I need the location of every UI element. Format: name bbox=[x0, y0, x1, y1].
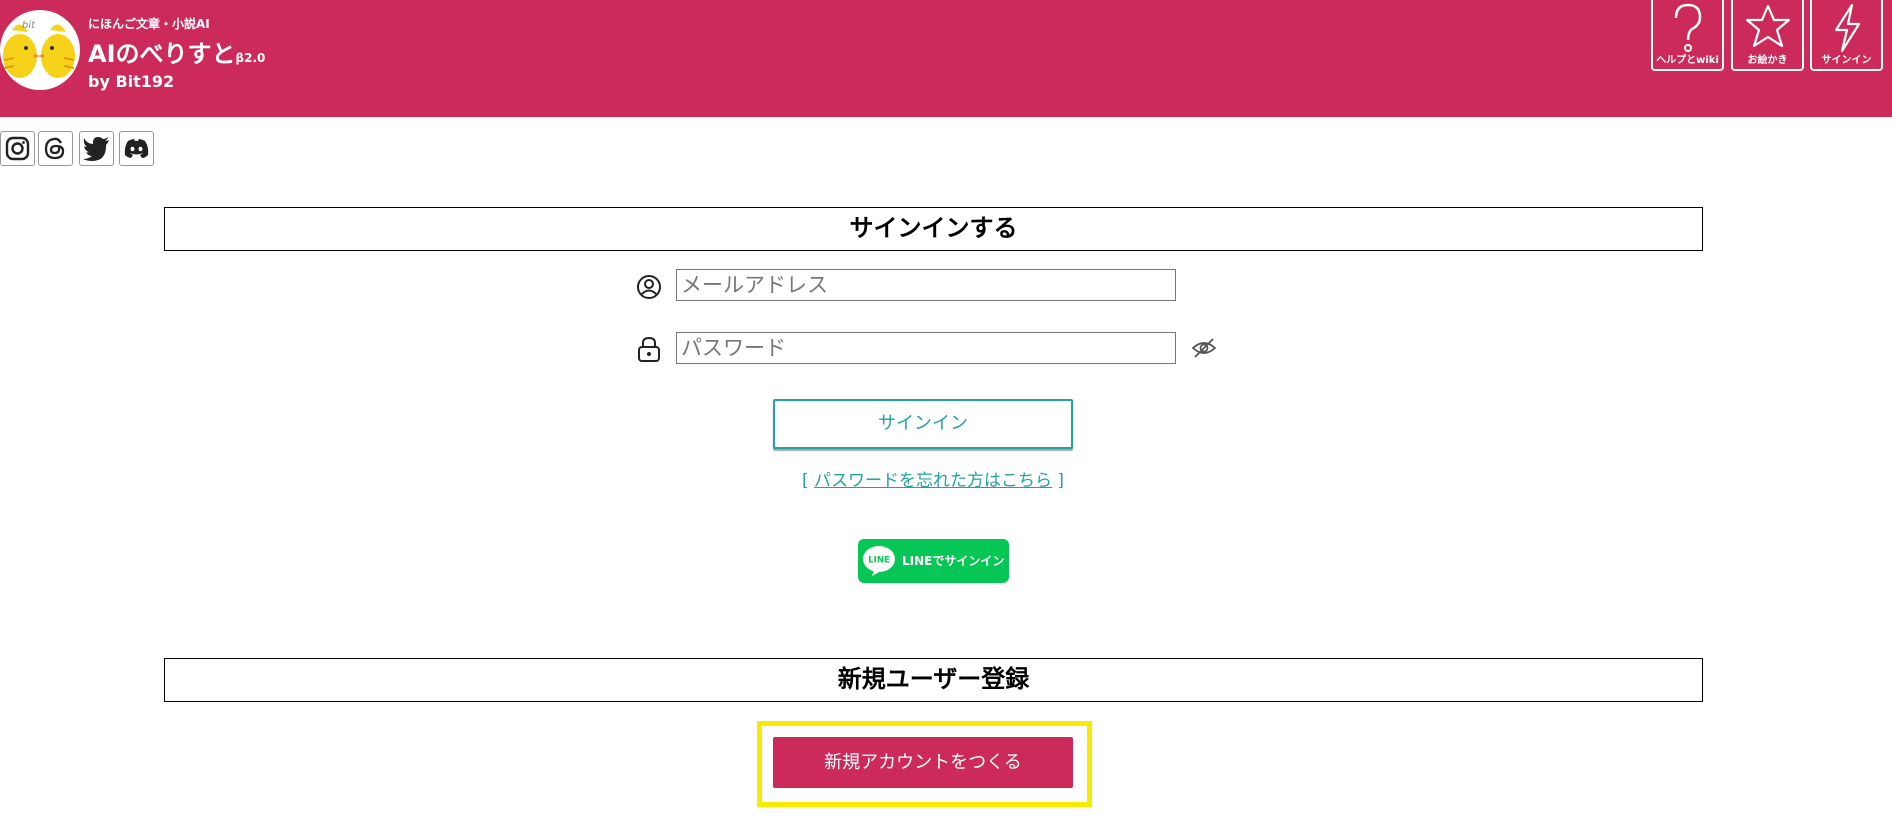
forgot-password-link[interactable]: パスワードを忘れた方はこちら bbox=[814, 471, 1052, 491]
discord-link[interactable] bbox=[119, 131, 154, 166]
help-wiki-button[interactable]: ヘルプとwiki bbox=[1651, 0, 1724, 71]
brand-byline: by Bit192 bbox=[88, 72, 175, 91]
signin-button[interactable]: サインイン bbox=[773, 399, 1073, 449]
logo[interactable]: bit bbox=[0, 10, 80, 90]
line-logo-icon: LINE bbox=[862, 545, 896, 577]
line-signin-label: LINEでサインイン bbox=[902, 554, 1005, 568]
instagram-link[interactable] bbox=[0, 131, 35, 166]
instagram-icon bbox=[5, 136, 30, 161]
beta-badge: β2.0 bbox=[235, 51, 266, 65]
lock-icon bbox=[638, 336, 660, 362]
drawing-button[interactable]: お絵かき bbox=[1731, 0, 1804, 71]
brand-title-text: AIのべりすと bbox=[88, 40, 236, 68]
forgot-open-bracket: [ bbox=[801, 471, 809, 491]
threads-link[interactable] bbox=[38, 131, 73, 166]
password-field[interactable] bbox=[676, 332, 1176, 364]
register-heading: 新規ユーザー登録 bbox=[164, 658, 1703, 702]
signin-header-button[interactable]: サインイン bbox=[1810, 0, 1883, 71]
forgot-close-bracket: ] bbox=[1057, 471, 1065, 491]
email-field[interactable] bbox=[676, 269, 1176, 301]
threads-icon bbox=[44, 137, 65, 160]
signin-heading: サインインする bbox=[164, 207, 1703, 251]
twitter-icon bbox=[83, 137, 109, 161]
forgot-password: [ パスワードを忘れた方はこちら ] bbox=[773, 466, 1093, 491]
site-header: bit にほんご文章・小説AI AIのべりすとβ2.0 by Bit192 ヘル… bbox=[0, 0, 1892, 117]
question-icon bbox=[1674, 3, 1701, 52]
line-signin-button[interactable]: LINE LINEでサインイン bbox=[858, 539, 1009, 583]
brand-subtitle: にほんご文章・小説AI bbox=[88, 17, 210, 31]
create-account-button[interactable]: 新規アカウントをつくる bbox=[773, 737, 1073, 788]
twitter-link[interactable] bbox=[79, 131, 114, 166]
user-icon bbox=[637, 275, 661, 299]
discord-icon bbox=[124, 139, 149, 158]
brand-title[interactable]: AIのべりすとβ2.0 bbox=[88, 34, 265, 69]
star-icon bbox=[1745, 4, 1790, 48]
eye-slash-icon[interactable] bbox=[1190, 336, 1218, 360]
logo-text: bit bbox=[22, 20, 36, 31]
drawing-label: お絵かき bbox=[1747, 55, 1788, 66]
help-wiki-label: ヘルプとwiki bbox=[1656, 55, 1719, 66]
line-badge-text: LINE bbox=[868, 556, 890, 566]
signin-header-label: サインイン bbox=[1821, 55, 1872, 66]
lightning-icon bbox=[1834, 3, 1860, 53]
